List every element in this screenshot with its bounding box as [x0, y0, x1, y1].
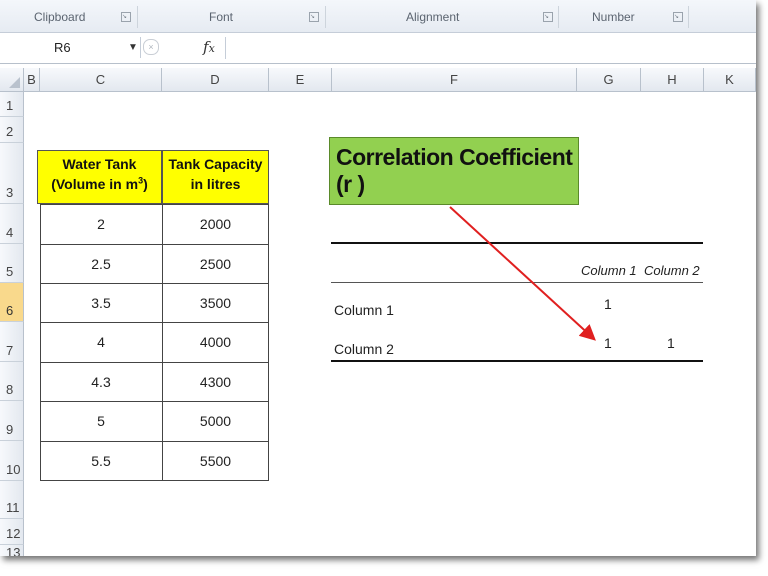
red-arrow-icon: [449, 206, 596, 341]
spreadsheet-window: Clipboard ↘ Font ↘ Alignment ↘ Number ↘ …: [0, 0, 756, 556]
